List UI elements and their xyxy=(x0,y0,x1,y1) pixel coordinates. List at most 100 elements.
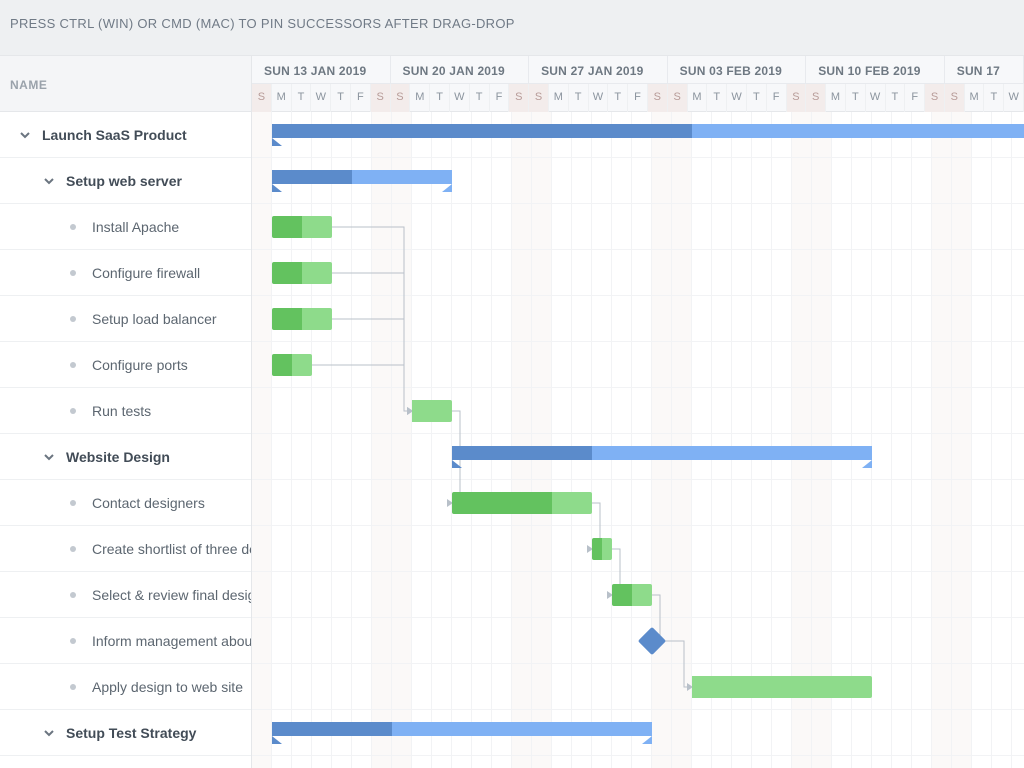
task-row[interactable]: Apply design to web site xyxy=(0,664,251,710)
task-bar[interactable] xyxy=(612,584,652,606)
task-bar[interactable] xyxy=(272,354,312,376)
row-label: Configure ports xyxy=(92,357,188,373)
summary-bar[interactable] xyxy=(452,446,872,460)
group-row[interactable]: Setup Test Strategy xyxy=(0,710,251,756)
day-header: S xyxy=(391,84,411,112)
day-header: T xyxy=(430,84,450,112)
group-row[interactable]: Setup web server xyxy=(0,158,251,204)
column-header-name[interactable]: NAME xyxy=(0,56,251,112)
bullet-icon xyxy=(70,546,76,552)
bullet-icon xyxy=(70,224,76,230)
day-header: F xyxy=(490,84,510,112)
day-header: W xyxy=(727,84,747,112)
task-bar[interactable] xyxy=(452,492,592,514)
gantt-chart[interactable] xyxy=(252,112,1024,768)
chevron-down-icon[interactable] xyxy=(18,128,32,142)
bullet-icon xyxy=(70,500,76,506)
day-header: T xyxy=(886,84,906,112)
task-bar[interactable] xyxy=(272,262,332,284)
day-header: W xyxy=(866,84,886,112)
task-row[interactable]: Contact designers xyxy=(0,480,251,526)
chevron-down-icon[interactable] xyxy=(42,726,56,740)
row-label: Setup web server xyxy=(66,173,182,189)
task-row[interactable]: Install Apache xyxy=(0,204,251,250)
task-bar[interactable] xyxy=(592,538,612,560)
week-header: SUN 27 JAN 2019 xyxy=(529,56,668,83)
day-header: M xyxy=(826,84,846,112)
day-header: S xyxy=(787,84,807,112)
day-header: S xyxy=(371,84,391,112)
day-header: F xyxy=(905,84,925,112)
day-header: S xyxy=(945,84,965,112)
day-header: M xyxy=(965,84,985,112)
task-bar[interactable] xyxy=(692,676,872,698)
row-label: Select & review final design xyxy=(92,587,251,603)
day-header: M xyxy=(549,84,569,112)
row-label: Contact designers xyxy=(92,495,205,511)
summary-bar[interactable] xyxy=(272,124,1024,138)
task-row[interactable]: Inform management about decision xyxy=(0,618,251,664)
task-row[interactable]: Select & review final design xyxy=(0,572,251,618)
row-label: Setup Test Strategy xyxy=(66,725,196,741)
day-header: S xyxy=(925,84,945,112)
bullet-icon xyxy=(70,408,76,414)
day-header: F xyxy=(767,84,787,112)
week-header: SUN 13 JAN 2019 xyxy=(252,56,391,83)
day-header: W xyxy=(589,84,609,112)
task-bar[interactable] xyxy=(272,216,332,238)
bullet-icon xyxy=(70,592,76,598)
week-header: SUN 10 FEB 2019 xyxy=(806,56,945,83)
summary-bar[interactable] xyxy=(272,722,652,736)
task-row[interactable]: Setup load balancer xyxy=(0,296,251,342)
bullet-icon xyxy=(70,638,76,644)
day-header: T xyxy=(707,84,727,112)
group-row[interactable]: Launch SaaS Product xyxy=(0,112,251,158)
day-header: S xyxy=(509,84,529,112)
week-header: SUN 03 FEB 2019 xyxy=(668,56,807,83)
week-header: SUN 20 JAN 2019 xyxy=(391,56,530,83)
day-header: M xyxy=(272,84,292,112)
chevron-down-icon[interactable] xyxy=(42,174,56,188)
day-header: T xyxy=(846,84,866,112)
day-header: S xyxy=(806,84,826,112)
bullet-icon xyxy=(70,270,76,276)
row-label: Run tests xyxy=(92,403,151,419)
row-label: Create shortlist of three designers xyxy=(92,541,251,557)
day-header: W xyxy=(1004,84,1024,112)
day-header: S xyxy=(252,84,272,112)
row-label: Inform management about decision xyxy=(92,633,251,649)
day-header: T xyxy=(331,84,351,112)
day-header: S xyxy=(529,84,549,112)
row-label: Launch SaaS Product xyxy=(42,127,187,143)
day-header: T xyxy=(470,84,490,112)
day-header: M xyxy=(410,84,430,112)
day-header: F xyxy=(351,84,371,112)
day-header: T xyxy=(608,84,628,112)
task-tree-panel: NAME Launch SaaS Product Setup web server… xyxy=(0,56,252,768)
timeline-panel[interactable]: SUN 13 JAN 2019SUN 20 JAN 2019SUN 27 JAN… xyxy=(252,56,1024,768)
day-header: W xyxy=(311,84,331,112)
day-header: S xyxy=(648,84,668,112)
week-header: SUN 17 xyxy=(945,56,1024,83)
task-row[interactable]: Configure firewall xyxy=(0,250,251,296)
day-header: W xyxy=(450,84,470,112)
task-row[interactable]: Create shortlist of three designers xyxy=(0,526,251,572)
day-header: T xyxy=(569,84,589,112)
bullet-icon xyxy=(70,316,76,322)
row-label: Website Design xyxy=(66,449,170,465)
day-header: S xyxy=(668,84,688,112)
task-bar[interactable] xyxy=(412,400,452,422)
row-label: Configure firewall xyxy=(92,265,200,281)
task-row[interactable]: Run tests xyxy=(0,388,251,434)
bullet-icon xyxy=(70,362,76,368)
day-header: M xyxy=(688,84,708,112)
task-row[interactable]: Configure ports xyxy=(0,342,251,388)
task-bar[interactable] xyxy=(272,308,332,330)
day-header: F xyxy=(628,84,648,112)
group-row[interactable]: Website Design xyxy=(0,434,251,480)
bullet-icon xyxy=(70,684,76,690)
chevron-down-icon[interactable] xyxy=(42,450,56,464)
day-header: T xyxy=(747,84,767,112)
main-area: NAME Launch SaaS Product Setup web server… xyxy=(0,56,1024,768)
summary-bar[interactable] xyxy=(272,170,452,184)
